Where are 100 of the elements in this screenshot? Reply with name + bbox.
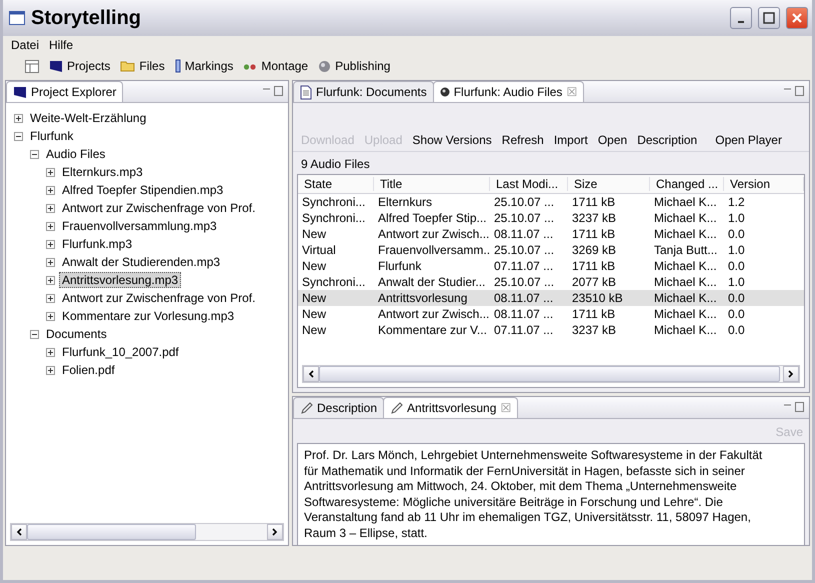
column-header[interactable]: Size bbox=[568, 177, 650, 191]
scroll-left-icon[interactable] bbox=[11, 524, 27, 540]
tree-item[interactable]: Flurfunk_10_2007.pdf bbox=[59, 344, 182, 360]
collapse-icon[interactable] bbox=[30, 150, 39, 158]
scroll-left-icon[interactable] bbox=[303, 366, 319, 382]
table-cell-text: 0.0 bbox=[727, 323, 746, 337]
editor-tab[interactable]: Antrittsvorlesung ☒ bbox=[383, 397, 518, 418]
expand-icon[interactable] bbox=[46, 366, 55, 374]
table-cell-text: Virtual bbox=[301, 243, 337, 257]
tree-item[interactable]: Antwort zur Zwischenfrage von Prof. bbox=[59, 290, 258, 306]
editor-tab[interactable]: Description bbox=[293, 397, 384, 418]
table-cell-text: Michael K... bbox=[653, 259, 718, 273]
action-link[interactable]: Import bbox=[554, 133, 588, 147]
perspective-icon[interactable] bbox=[25, 60, 39, 72]
tree-item[interactable]: Antwort zur Zwischenfrage von Prof. bbox=[59, 200, 258, 216]
table-cell-text: 1711 kB bbox=[571, 227, 616, 241]
perspective-button[interactable]: Files bbox=[120, 59, 165, 73]
disc-icon bbox=[440, 87, 450, 97]
table-row[interactable]: Synchroni... Elternkurs 25.10.07 ... 1711 kB Michael K... 1.2 bbox=[298, 194, 804, 210]
perspective-button[interactable]: Projects bbox=[49, 59, 110, 73]
table-row[interactable]: New Kommentare zur V... 07.11.07 ... 3237 kB Michael K... 0.0 bbox=[298, 322, 804, 338]
tree-item[interactable]: Weite-Welt-Erzählung bbox=[27, 110, 150, 126]
maximize-button[interactable] bbox=[758, 7, 780, 29]
table-cell-text: New bbox=[301, 227, 328, 241]
collapse-icon[interactable] bbox=[30, 330, 39, 338]
tree-item[interactable]: Anwalt der Studierenden.mp3 bbox=[59, 254, 224, 270]
action-link[interactable]: Description bbox=[637, 133, 698, 147]
table-cell-text: 25.10.07 ... bbox=[493, 211, 556, 225]
tree-item[interactable]: Elternkurs.mp3 bbox=[59, 164, 146, 180]
expand-icon[interactable] bbox=[46, 276, 55, 284]
expand-icon[interactable] bbox=[14, 114, 23, 122]
action-link[interactable]: Show Versions bbox=[412, 133, 492, 147]
table-row[interactable]: New Antrittsvorlesung 08.11.07 ... 23510 kB Michael K... 0.0 bbox=[298, 290, 804, 306]
view-controls-icon[interactable] bbox=[262, 86, 284, 96]
expand-icon[interactable] bbox=[46, 294, 55, 302]
expand-icon[interactable] bbox=[46, 258, 55, 266]
tree-item[interactable]: Folien.pdf bbox=[59, 362, 118, 378]
tree-item[interactable]: Kommentare zur Vorlesung.mp3 bbox=[59, 308, 238, 324]
column-header[interactable]: Last Modi... bbox=[490, 177, 568, 191]
pencil-icon bbox=[390, 402, 404, 414]
table-cell-text: Synchroni... bbox=[301, 211, 366, 225]
table-cell-text: New bbox=[301, 259, 328, 273]
expand-icon[interactable] bbox=[46, 168, 55, 176]
expand-icon[interactable] bbox=[46, 222, 55, 230]
table-cell-text: 25.10.07 ... bbox=[493, 275, 556, 289]
book-icon bbox=[49, 60, 63, 72]
expand-icon[interactable] bbox=[46, 348, 55, 356]
action-link[interactable]: Open bbox=[598, 133, 628, 147]
view-controls-icon[interactable] bbox=[783, 402, 805, 412]
tree-item[interactable]: Audio Files bbox=[43, 146, 108, 162]
table-cell-text: 07.11.07 ... bbox=[493, 323, 554, 337]
menu-item[interactable]: Hilfe bbox=[49, 38, 74, 52]
column-header[interactable]: State bbox=[298, 177, 374, 191]
expand-icon[interactable] bbox=[46, 240, 55, 248]
tree-item[interactable]: Flurfunk.mp3 bbox=[59, 236, 136, 252]
table-cell-text: 1711 kB bbox=[571, 195, 616, 209]
action-link[interactable]: Open Player bbox=[715, 133, 782, 147]
view-controls-icon[interactable] bbox=[783, 86, 805, 96]
tree-item[interactable]: Alfred Toepfer Stipendien.mp3 bbox=[59, 182, 226, 198]
table-cell-text: Michael K... bbox=[653, 227, 718, 241]
perspective-button[interactable]: Publishing bbox=[318, 59, 390, 73]
close-button[interactable] bbox=[786, 7, 808, 29]
scroll-right-icon[interactable] bbox=[783, 366, 799, 382]
column-header[interactable]: Title bbox=[374, 177, 490, 191]
action-link[interactable]: Refresh bbox=[502, 133, 544, 147]
table-cell-text: 08.11.07 ... bbox=[493, 291, 554, 305]
collapse-icon[interactable] bbox=[14, 132, 23, 140]
tree-item[interactable]: Frauenvollversammlung.mp3 bbox=[59, 218, 220, 234]
column-header[interactable]: Changed ... bbox=[650, 177, 724, 191]
minimize-button[interactable] bbox=[730, 7, 752, 29]
panel-tab[interactable]: Project Explorer bbox=[6, 81, 124, 102]
table-row[interactable]: New Antwort zur Zwisch... 08.11.07 ... 1711 kB Michael K... 0.0 bbox=[298, 306, 804, 322]
perspective-button[interactable]: Montage bbox=[243, 59, 308, 73]
table-cell-text: 2077 kB bbox=[571, 275, 618, 289]
tree-item[interactable]: Documents bbox=[43, 326, 110, 342]
column-header[interactable]: Version bbox=[724, 177, 804, 191]
horizontal-scrollbar[interactable] bbox=[10, 523, 284, 541]
table-cell-text: Michael K... bbox=[653, 275, 718, 289]
menu-item[interactable]: Datei bbox=[11, 38, 40, 52]
editor-tab[interactable]: Flurfunk: Audio Files ☒ bbox=[432, 81, 584, 102]
table-cell-text: Synchroni... bbox=[301, 195, 366, 209]
perspective-button[interactable]: Markings bbox=[174, 59, 234, 73]
table-row[interactable]: New Flurfunk 07.11.07 ... 1711 kB Michael K... 0.0 bbox=[298, 258, 804, 274]
editor-tab[interactable]: Flurfunk: Documents bbox=[293, 81, 434, 102]
table-cell-text: Tanja Butt... bbox=[653, 243, 718, 257]
scroll-right-icon[interactable] bbox=[267, 524, 283, 540]
horizontal-scrollbar[interactable] bbox=[302, 365, 800, 383]
tree-item[interactable]: Antrittsvorlesung.mp3 bbox=[59, 272, 182, 288]
table-row[interactable]: Virtual Frauenvollversamm...25.10.07 ... 3269 kB Tanja Butt... 1.0 bbox=[298, 242, 804, 258]
expand-icon[interactable] bbox=[46, 204, 55, 212]
tree-item[interactable]: Flurfunk bbox=[27, 128, 76, 144]
table-row[interactable]: New Antwort zur Zwisch... 08.11.07 ... 1711 kB Michael K... 0.0 bbox=[298, 226, 804, 242]
expand-icon[interactable] bbox=[46, 186, 55, 194]
expand-icon[interactable] bbox=[46, 312, 55, 320]
pencil-icon bbox=[300, 402, 313, 414]
table-cell-text: 1.0 bbox=[727, 211, 746, 225]
table-row[interactable]: Synchroni... Anwalt der Studier... 25.10.07 ... 2077 kB Michael K... 1.0 bbox=[298, 274, 804, 290]
table-row[interactable]: Synchroni... Alfred Toepfer Stip... 25.10.07 ... 3237 kB Michael K... 1.0 bbox=[298, 210, 804, 226]
table-cell-text: Elternkurs bbox=[377, 195, 434, 209]
description-field[interactable] bbox=[297, 443, 805, 546]
